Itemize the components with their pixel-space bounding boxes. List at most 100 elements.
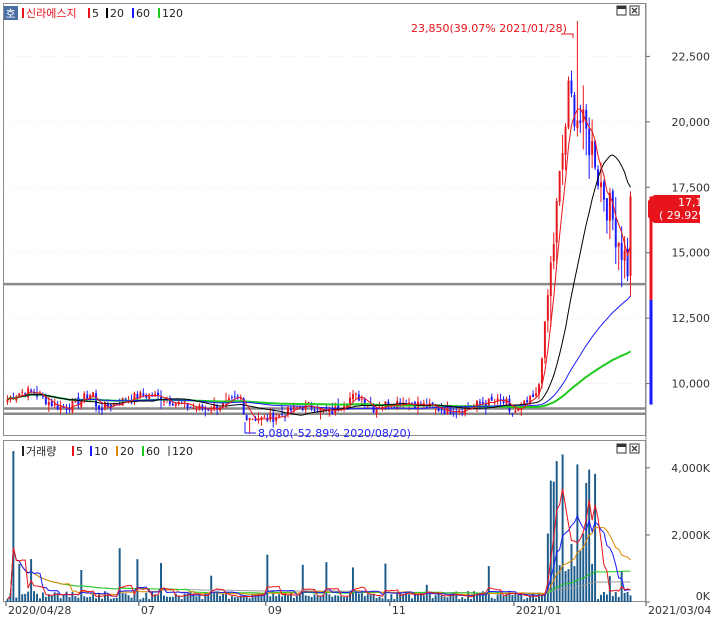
candle-body: [555, 200, 558, 243]
volume-axis: 4,000K 2,000K 0K: [646, 462, 711, 603]
candle-body: [490, 396, 493, 401]
candle-body: [157, 392, 160, 396]
candle-body: [210, 410, 213, 412]
volume-bar: [251, 593, 254, 602]
volume-bar: [89, 596, 92, 602]
date-tick-label: 07: [141, 604, 155, 617]
volume-bar: [464, 598, 467, 602]
candle-body: [142, 393, 145, 396]
volume-bar: [98, 593, 100, 602]
volume-bar: [18, 563, 21, 602]
current-price-tag: 17,150 ( 29.92%): [648, 195, 714, 223]
candle-body: [171, 403, 174, 406]
volume-bar: [493, 598, 496, 602]
volume-bar: [416, 594, 419, 602]
volume-bar: [514, 592, 517, 602]
volume-bar: [151, 591, 154, 602]
price-range-bar-down: [649, 299, 653, 405]
volume-bar: [411, 598, 413, 602]
candle-body: [440, 409, 443, 411]
volume-ma-legend-marker: [168, 446, 170, 456]
volume-bar: [177, 595, 180, 602]
volume-bar: [351, 567, 354, 602]
candle-body: [192, 407, 195, 409]
candle-body: [549, 262, 552, 296]
volume-bar: [189, 591, 192, 602]
volume-bar: [136, 559, 139, 602]
candle-body: [605, 198, 608, 221]
volume-color-marker: [22, 446, 24, 456]
close-icon[interactable]: [629, 5, 640, 16]
candle-body: [281, 413, 284, 415]
volume-bar: [334, 595, 337, 602]
candle-body: [195, 408, 198, 410]
candle-body: [623, 250, 626, 261]
candle-body: [278, 414, 281, 417]
volume-bar: [381, 598, 384, 602]
ma-legend-marker: [132, 8, 134, 18]
candle-body: [50, 401, 53, 407]
volume-bar: [71, 592, 74, 602]
candle-body: [313, 410, 316, 412]
volume-bar: [523, 599, 526, 602]
candle-body: [540, 358, 543, 384]
candle-body: [245, 415, 248, 420]
ma-legend-label: 60: [136, 7, 150, 20]
high-label: 23,850(39.07% 2021/01/28): [411, 22, 567, 35]
candle-body: [86, 394, 89, 399]
candle-body: [570, 80, 573, 94]
volume-bar: [68, 596, 71, 602]
volume-bar: [461, 597, 464, 602]
current-change: ( 29.92%): [659, 209, 713, 222]
candle-body: [573, 94, 576, 127]
volume-panel-frame: [3, 440, 646, 602]
volume-bar: [210, 575, 213, 602]
candle-body: [614, 218, 617, 248]
volume-bar: [145, 592, 148, 602]
volume-bar: [502, 595, 505, 602]
volume-bar: [86, 597, 89, 602]
volume-bar: [629, 595, 632, 602]
volume-bar: [422, 595, 425, 602]
volume-ma-legend-label: 5: [76, 445, 83, 458]
volume-bar: [307, 595, 310, 602]
maximize-icon[interactable]: [616, 443, 627, 454]
candle-body: [59, 406, 62, 410]
volume-bar: [576, 464, 579, 602]
candle-body: [251, 418, 254, 420]
volume-bar: [281, 596, 284, 602]
ma-legend-label: 20: [110, 7, 124, 20]
maximize-icon[interactable]: [616, 5, 627, 16]
volume-bar: [77, 597, 80, 602]
volume-bar: [478, 595, 481, 602]
volume-bar: [278, 594, 281, 602]
volume-bar: [171, 596, 174, 602]
volume-bar: [304, 595, 307, 602]
volume-bar: [269, 596, 272, 602]
volume-bar: [74, 596, 77, 602]
candle-body: [183, 401, 186, 403]
volume-bar: [490, 597, 493, 602]
volume-bar: [44, 596, 47, 602]
price-tick-label: 10,000: [672, 378, 711, 391]
volume-bar: [165, 596, 168, 602]
volume-bar: [570, 543, 573, 602]
volume-bar: [62, 594, 65, 602]
volume-bar: [275, 596, 278, 602]
candle-body: [100, 407, 103, 411]
candle-body: [564, 126, 567, 155]
volume-bar: [148, 599, 151, 602]
volume-bar: [372, 593, 375, 602]
candle-body: [514, 410, 517, 413]
volume-ma-legend-marker: [116, 446, 118, 456]
volume-bar: [605, 594, 608, 602]
volume-bar: [260, 596, 263, 602]
volume-bar: [124, 593, 127, 602]
candle-body: [30, 389, 33, 392]
candle-body: [53, 403, 56, 406]
candle-body: [98, 405, 100, 410]
close-icon[interactable]: [629, 443, 640, 454]
candle-body: [543, 321, 546, 359]
volume-bar: [313, 594, 316, 602]
volume-bar: [142, 597, 145, 602]
